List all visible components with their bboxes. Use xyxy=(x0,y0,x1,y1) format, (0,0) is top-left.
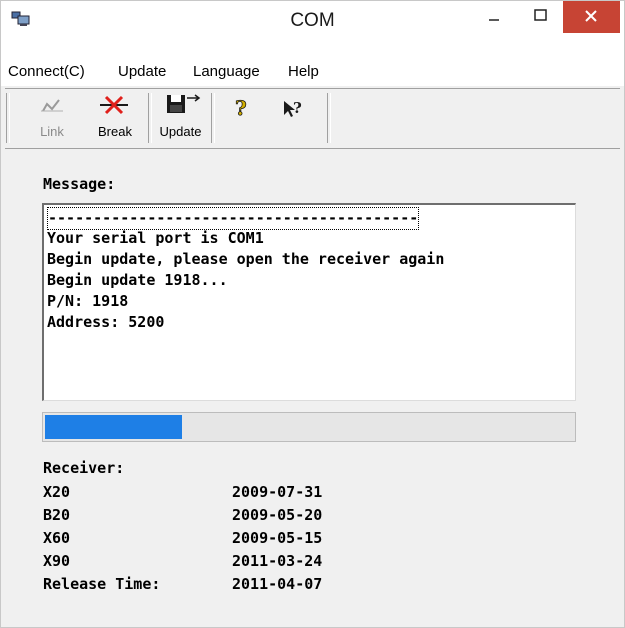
message-line: P/N: 1918 xyxy=(47,292,129,310)
menu-connect[interactable]: Connect(C) xyxy=(8,63,85,80)
close-icon xyxy=(585,10,597,22)
svg-text:?: ? xyxy=(293,99,302,117)
toolbar: Link Break Update ? ? xyxy=(5,88,620,147)
menu-language[interactable]: Language xyxy=(193,63,260,80)
release-time-label: Release Time: xyxy=(43,575,161,593)
receiver-label: Receiver: xyxy=(43,459,125,477)
toolbar-separator xyxy=(211,93,215,143)
maximize-icon xyxy=(534,9,547,21)
break-icon xyxy=(100,95,128,115)
message-label: Message: xyxy=(43,175,116,193)
menu-help[interactable]: Help xyxy=(288,63,319,80)
message-log[interactable]: ----------------------------------------… xyxy=(42,203,576,401)
update-button[interactable]: Update xyxy=(153,91,208,143)
app-window: COM Connect(C) Update Language Help Link… xyxy=(0,0,625,628)
toolbar-separator xyxy=(327,93,331,143)
release-time-date: 2011-04-07 xyxy=(232,575,323,593)
receiver-date: 2009-07-31 xyxy=(232,483,323,501)
receiver-model: X20 xyxy=(43,483,71,501)
menubar-spacer xyxy=(1,38,624,58)
update-label: Update xyxy=(159,124,202,139)
help-question-icon: ? xyxy=(235,96,248,121)
break-button[interactable]: Break xyxy=(92,91,138,143)
link-button[interactable]: Link xyxy=(33,91,71,143)
toolbar-separator xyxy=(148,93,152,143)
receiver-date: 2011-03-24 xyxy=(232,552,323,570)
pointer-help-icon: ? xyxy=(284,99,302,117)
toolbar-separator xyxy=(6,93,10,143)
message-line: Address: 5200 xyxy=(47,313,165,331)
update-progress-bar xyxy=(42,412,576,442)
progress-fill xyxy=(45,415,182,439)
main-panel: Message: -------------------------------… xyxy=(5,148,620,625)
message-line: ----------------------------------------… xyxy=(47,207,420,230)
message-line: Begin update, please open the receiver a… xyxy=(47,250,445,268)
receiver-model: B20 xyxy=(43,506,71,524)
context-help-button[interactable]: ? xyxy=(277,91,309,143)
menu-bar: Connect(C) Update Language Help xyxy=(1,58,624,86)
menu-update[interactable]: Update xyxy=(118,63,166,80)
floppy-icon xyxy=(167,94,201,113)
title-bar[interactable]: COM xyxy=(1,1,624,38)
minimize-icon xyxy=(489,19,499,21)
maximize-button[interactable] xyxy=(518,1,563,34)
receiver-date: 2009-05-15 xyxy=(232,529,323,547)
about-button[interactable]: ? xyxy=(227,91,257,143)
message-line: Your serial port is COM1 xyxy=(47,229,264,247)
receiver-model: X60 xyxy=(43,529,71,547)
minimize-button[interactable] xyxy=(471,1,516,34)
message-line: Begin update 1918... xyxy=(47,271,228,289)
link-label: Link xyxy=(40,124,64,139)
link-icon xyxy=(41,99,63,112)
svg-text:?: ? xyxy=(235,96,247,120)
receiver-model: X90 xyxy=(43,552,71,570)
close-button[interactable] xyxy=(563,1,620,33)
break-label: Break xyxy=(98,124,132,139)
receiver-date: 2009-05-20 xyxy=(232,506,323,524)
